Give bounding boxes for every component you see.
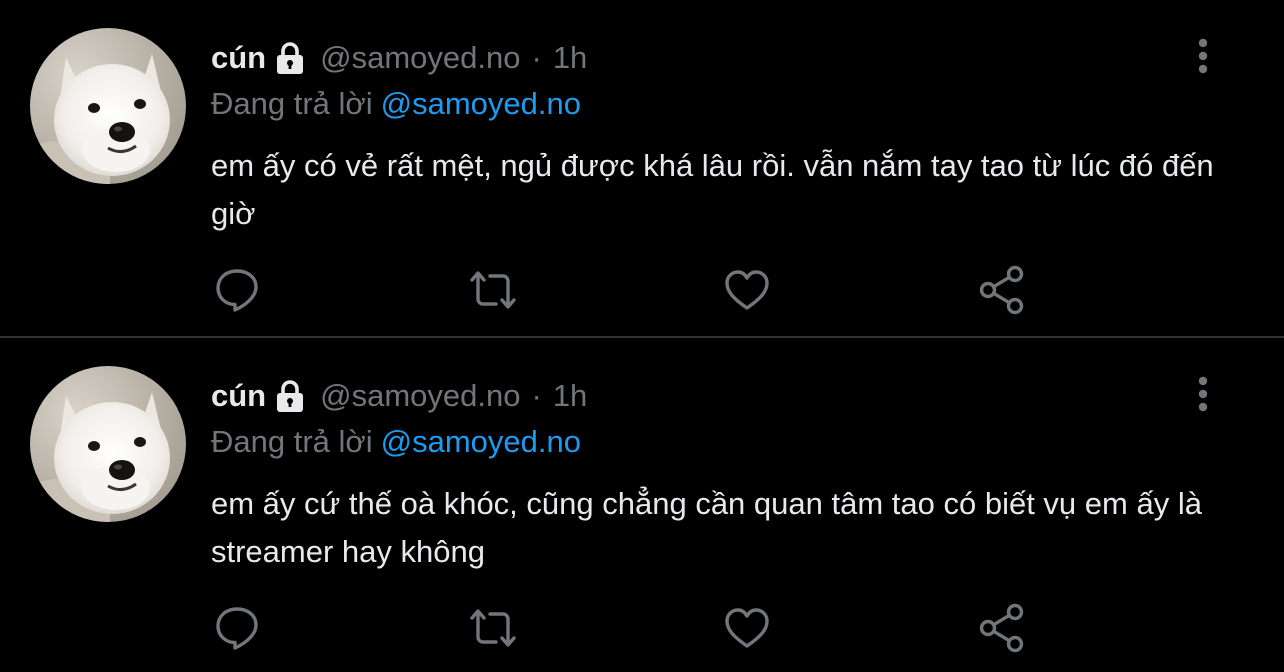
tweet-header: cún @samoyed.no · 1h <box>211 38 587 78</box>
lock-icon <box>274 41 306 75</box>
tweet-text: em ấy có vẻ rất mệt, ngủ được khá lâu rồ… <box>211 148 1214 231</box>
replying-to-label: Đang trả lời <box>211 424 373 459</box>
lock-icon <box>274 379 306 413</box>
separator-dot: · <box>531 40 542 75</box>
like-button[interactable] <box>719 262 775 318</box>
tweet[interactable]: cún @samoyed.no · 1h Đang trả lời @samoye… <box>0 0 1284 336</box>
share-icon <box>979 603 1024 653</box>
reply-button[interactable] <box>209 600 265 656</box>
replying-to: Đang trả lời @samoyed.no <box>211 422 581 462</box>
avatar[interactable] <box>30 28 186 184</box>
author-handle[interactable]: @samoyed.no <box>320 376 520 416</box>
reply-icon <box>216 607 258 650</box>
timestamp[interactable]: 1h <box>553 38 587 78</box>
share-button[interactable] <box>974 262 1030 318</box>
tweet-text: em ấy cứ thế oà khóc, cũng chẳng cần qua… <box>211 486 1202 569</box>
reply-to-link[interactable]: @samoyed.no <box>381 86 581 121</box>
like-icon <box>725 270 769 310</box>
reply-icon <box>216 269 258 312</box>
avatar[interactable] <box>30 366 186 522</box>
replying-to-label: Đang trả lời <box>211 86 373 121</box>
separator-dot: · <box>531 378 542 413</box>
share-button[interactable] <box>974 600 1030 656</box>
reply-button[interactable] <box>209 262 265 318</box>
retweet-button[interactable] <box>465 262 521 318</box>
tweet-actions <box>0 600 1284 656</box>
retweet-button[interactable] <box>465 600 521 656</box>
replying-to: Đang trả lời @samoyed.no <box>211 84 581 124</box>
timestamp[interactable]: 1h <box>553 376 587 416</box>
like-icon <box>725 608 769 648</box>
retweet-icon <box>470 609 516 647</box>
reply-to-link[interactable]: @samoyed.no <box>381 424 581 459</box>
more-options-icon[interactable] <box>1188 374 1218 418</box>
author-name[interactable]: cún <box>211 376 266 416</box>
tweet-actions <box>0 262 1284 318</box>
author-handle[interactable]: @samoyed.no <box>320 38 520 78</box>
retweet-icon <box>470 271 516 309</box>
tweet-header: cún @samoyed.no · 1h <box>211 376 587 416</box>
share-icon <box>979 265 1024 315</box>
more-options-icon[interactable] <box>1188 36 1218 80</box>
author-name[interactable]: cún <box>211 38 266 78</box>
tweet[interactable]: cún @samoyed.no · 1h Đang trả lời @samoye… <box>0 338 1284 672</box>
like-button[interactable] <box>719 600 775 656</box>
